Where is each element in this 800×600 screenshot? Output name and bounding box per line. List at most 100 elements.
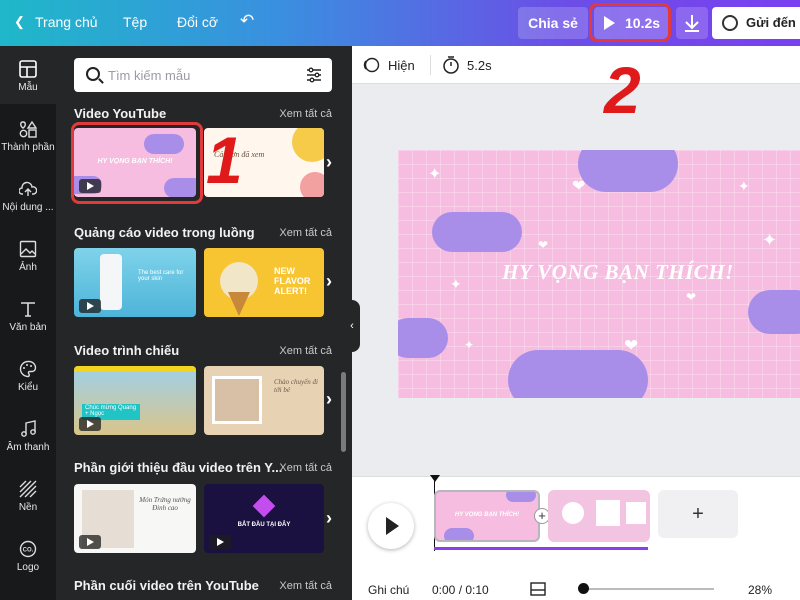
nav-templates[interactable]: Mẫu (0, 46, 56, 104)
logo-shape (252, 494, 276, 518)
thumb-title: Chào chuyến đi tới bé (274, 378, 318, 394)
clip-avatar (562, 502, 584, 524)
video-badge-icon (79, 417, 101, 431)
heart-icon: ❤ (572, 178, 586, 195)
cloud-shape (506, 492, 536, 502)
filter-icon[interactable] (306, 67, 322, 83)
nav-elements[interactable]: Thành phần (0, 106, 56, 164)
nav-elements-label: Thành phần (1, 142, 55, 153)
panel-scrollbar[interactable] (341, 372, 346, 452)
heart-icon: ❤ (538, 238, 549, 252)
nav-styles-label: Kiểu (17, 382, 38, 393)
nav-styles[interactable]: Kiểu (0, 346, 56, 404)
zoom-slider[interactable] (582, 588, 714, 590)
undo-icon[interactable]: ↶ (240, 11, 254, 31)
cloud-upload-icon (19, 181, 37, 196)
share-button[interactable]: Chia sẻ (518, 7, 588, 39)
notes-button[interactable]: Ghi chú (368, 583, 409, 597)
template-thumb[interactable]: Chúc mừng Quang + Ngọc (74, 366, 196, 435)
next-chevron-icon[interactable]: › (326, 271, 338, 291)
icecream-cone (228, 292, 250, 316)
download-button[interactable] (676, 7, 708, 39)
image-icon (19, 240, 37, 258)
template-thumb[interactable]: Món Trứng nướng Đinh cao (74, 484, 196, 553)
sparkle-icon: ✦ (428, 166, 442, 183)
template-thumb[interactable]: Chào chuyến đi tới bé (204, 366, 324, 435)
animate-icon[interactable] (362, 56, 380, 74)
layout-icon (19, 60, 37, 78)
timeline-play-button[interactable] (368, 503, 414, 549)
text-icon (21, 302, 35, 317)
publish-label: Gửi đến g (746, 15, 800, 30)
sparkle-icon: ✦ (738, 178, 750, 194)
thumb-title: Món Trứng nướng Đinh cao (139, 496, 191, 512)
clip-frame (596, 500, 620, 526)
product-tube (100, 254, 122, 310)
shapes-icon (19, 120, 37, 138)
file-menu[interactable]: Tệp (123, 14, 147, 30)
cloud-shape (748, 290, 800, 334)
stripes-icon (19, 480, 37, 498)
side-nav: Mẫu Thành phần Nội dung ... Ảnh Văn bản … (0, 46, 56, 600)
duration-value[interactable]: 5.2s (467, 58, 492, 73)
section-title: Phần cuối video trên YouTube (74, 578, 259, 593)
zoom-level: 28% (748, 583, 773, 597)
resize-menu[interactable]: Đổi cỡ (177, 14, 218, 30)
nav-audio[interactable]: Âm thanh (0, 406, 56, 464)
top-bar: ❮ Trang chủ Tệp Đổi cỡ ↶ Chia sẻ 10.2s G… (0, 0, 800, 46)
template-thumb[interactable]: BẮT ĐẦU TẠI ĐÂY (204, 484, 324, 553)
grid-view-icon[interactable] (530, 581, 546, 597)
section-title: Video YouTube (74, 106, 167, 121)
playhead-icon[interactable] (430, 475, 440, 482)
highlight-template-ring (71, 122, 203, 204)
next-chevron-icon[interactable]: › (326, 152, 338, 172)
annotation-number: 2 (604, 53, 641, 127)
check-circle-icon (722, 15, 738, 31)
template-thumb[interactable]: NEW FLAVOR ALERT! (204, 248, 324, 317)
search-icon (86, 67, 100, 81)
canvas-title[interactable]: HY VỌNG BẠN THÍCH! (398, 260, 800, 285)
cloud-shape (508, 350, 648, 398)
next-chevron-icon[interactable]: › (326, 389, 338, 409)
nav-audio-label: Âm thanh (6, 442, 50, 453)
video-badge-icon (79, 299, 101, 313)
add-page-button[interactable]: + (658, 490, 738, 538)
back-chevron-icon[interactable]: ❮ (14, 14, 25, 30)
nav-photos[interactable]: Ảnh (0, 226, 56, 284)
design-canvas[interactable]: ✦ ✦ ✦ ✦ ✦ ❤ ❤ ❤ ❤ HY VỌNG BẠN THÍCH! (398, 150, 800, 398)
next-chevron-icon[interactable]: › (326, 508, 338, 528)
decor-circle (292, 128, 324, 162)
nav-text[interactable]: Văn bản (0, 286, 56, 344)
home-button[interactable]: Trang chủ (35, 14, 98, 30)
zoom-slider-knob[interactable] (578, 583, 589, 594)
see-all-link[interactable]: Xem tất cả (279, 462, 332, 474)
see-all-link[interactable]: Xem tất cả (279, 108, 332, 120)
see-all-link[interactable]: Xem tất cả (279, 227, 332, 239)
timer-icon[interactable] (442, 55, 460, 75)
template-thumb[interactable]: The best care for your skin (74, 248, 196, 317)
toolbar-divider (430, 55, 431, 75)
nav-background[interactable]: Nền (0, 466, 56, 524)
collapse-panel-handle[interactable]: ‹ (344, 300, 360, 352)
section-title: Phần giới thiệu đầu video trên Y... (74, 460, 283, 475)
heart-icon: ❤ (624, 336, 639, 355)
nav-logo[interactable]: CO. Logo (0, 526, 56, 584)
thumb-title: BẮT ĐẦU TẠI ĐÂY (237, 522, 291, 528)
timeline-clip[interactable]: HY VỌNG BẠN THÍCH! (434, 490, 540, 542)
timeline-area: HY VỌNG BẠN THÍCH! + + Ghi chú 0:00 / 0:… (352, 475, 800, 600)
animate-button[interactable]: Hiện (388, 58, 415, 73)
annotation-number: 1 (206, 123, 243, 197)
publish-button[interactable]: Gửi đến g (712, 7, 800, 39)
timeline-clip[interactable] (548, 490, 650, 542)
sparkle-icon: ✦ (464, 338, 475, 352)
heart-icon: ❤ (686, 290, 697, 304)
download-icon (685, 15, 699, 32)
nav-uploads[interactable]: Nội dung ... (0, 166, 56, 224)
search-input[interactable] (108, 64, 298, 86)
section-title: Video trình chiếu (74, 343, 180, 358)
thumb-title: NEW FLAVOR ALERT! (274, 266, 311, 296)
svg-text:CO.: CO. (23, 548, 34, 554)
see-all-link[interactable]: Xem tất cả (279, 580, 332, 592)
see-all-link[interactable]: Xem tất cả (279, 345, 332, 357)
nav-templates-label: Mẫu (18, 82, 38, 93)
